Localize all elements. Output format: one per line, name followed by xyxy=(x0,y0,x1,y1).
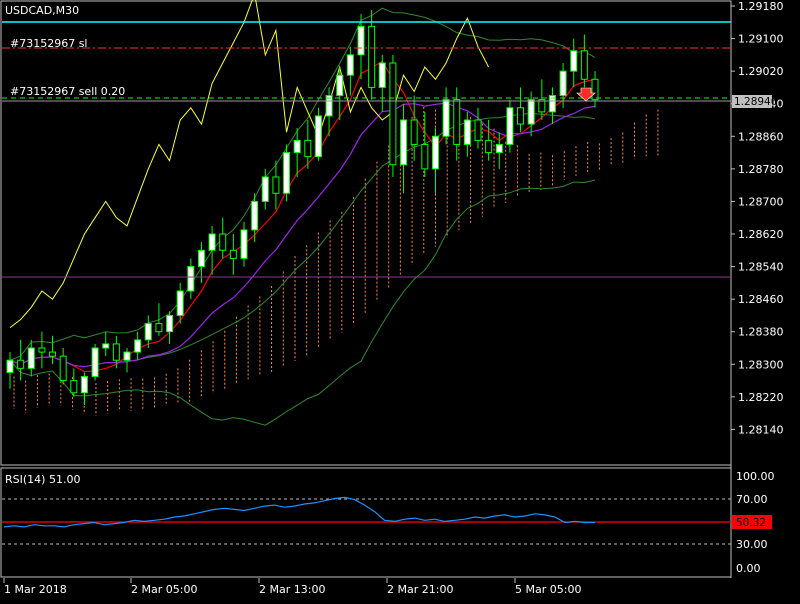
candle-body xyxy=(229,249,237,259)
candle-body xyxy=(314,115,322,158)
candle-body xyxy=(208,233,216,251)
price-tick-label: 1.28860 xyxy=(738,130,784,143)
candle-body xyxy=(102,343,110,349)
time-tick-4: 5 Mar 05:00 xyxy=(515,583,581,596)
rsi-label: RSI(14) 51.00 xyxy=(5,473,80,486)
price-tick-label: 1.28300 xyxy=(738,358,784,371)
chart-window[interactable]: USDCAD,M30 #73152967 sl #73152967 sell 0… xyxy=(0,0,800,600)
time-axis: 1 Mar 2018 2 Mar 05:00 2 Mar 13:00 2 Mar… xyxy=(3,578,581,596)
candle-body xyxy=(283,152,291,194)
rsi-tick-0: 0.00 xyxy=(736,562,761,575)
candle-body xyxy=(346,54,354,76)
candle-body xyxy=(442,99,450,137)
candle-body xyxy=(59,355,67,382)
price-tick-label: 1.28140 xyxy=(738,423,784,436)
candlestick-series xyxy=(6,10,599,405)
candle-body xyxy=(197,249,205,268)
candle-body xyxy=(272,176,280,194)
price-tick-label: 1.29100 xyxy=(738,33,784,46)
price-tick-label: 1.28620 xyxy=(738,228,784,241)
candle-body xyxy=(70,380,78,394)
price-tick-label: 1.28220 xyxy=(738,391,784,404)
candle-body xyxy=(166,314,174,333)
price-tick-label: 1.28380 xyxy=(738,326,784,339)
candle-body xyxy=(123,351,131,361)
rsi-tick-70: 70.00 xyxy=(736,493,768,506)
candle-body xyxy=(293,139,301,154)
candle-body xyxy=(453,99,461,145)
candle-body xyxy=(570,50,578,72)
price-tick-label: 1.28700 xyxy=(738,195,784,208)
time-tick-2: 2 Mar 13:00 xyxy=(259,583,325,596)
ichimoku-cloud xyxy=(13,105,659,416)
candle-body xyxy=(112,343,120,361)
sell-label: #73152967 sell 0.20 xyxy=(10,85,125,98)
candle-body xyxy=(421,143,429,170)
bollinger-upper xyxy=(9,7,596,361)
bollinger-middle xyxy=(9,112,596,368)
candle-body xyxy=(251,200,259,231)
candle-body xyxy=(527,99,535,125)
candle-body xyxy=(219,233,227,251)
candle-body xyxy=(134,339,142,353)
candle-body xyxy=(431,135,439,170)
candle-body xyxy=(304,139,312,158)
rsi-tick-100: 100.00 xyxy=(736,470,775,483)
candle-body xyxy=(506,107,514,145)
candle-body xyxy=(559,70,567,97)
price-tick-label: 1.29180 xyxy=(738,0,784,13)
sl-label: #73152967 sl xyxy=(10,37,88,50)
candle-body xyxy=(389,62,397,166)
candle-body xyxy=(400,119,408,166)
candle-body xyxy=(378,62,386,88)
candle-body xyxy=(495,143,503,154)
rsi-value: 50.32 xyxy=(736,517,766,529)
candle-body xyxy=(17,359,25,369)
price-tick-label: 1.28780 xyxy=(738,163,784,176)
current-price-value: 1.28946 xyxy=(734,96,778,108)
candle-body xyxy=(325,95,333,117)
candle-body xyxy=(517,107,525,125)
candle-body xyxy=(49,351,57,357)
candle-body xyxy=(144,323,152,341)
candle-body xyxy=(357,25,365,56)
price-tick-label: 1.28540 xyxy=(738,261,784,274)
time-tick-0: 1 Mar 2018 xyxy=(4,583,67,596)
candle-body xyxy=(474,119,482,141)
candle-body xyxy=(187,266,195,292)
rsi-tick-30: 30.00 xyxy=(736,538,768,551)
candle-body xyxy=(463,119,471,145)
candle-body xyxy=(155,323,163,333)
candle-body xyxy=(176,290,184,316)
candle-body xyxy=(580,50,588,80)
time-tick-1: 2 Mar 05:00 xyxy=(131,583,197,596)
candle-body xyxy=(27,347,35,369)
price-axis: 1.291801.291001.290201.289401.288601.287… xyxy=(731,0,784,436)
candle-body xyxy=(336,74,344,97)
candle-body xyxy=(91,347,99,377)
candle-body xyxy=(80,376,88,394)
candle-body xyxy=(368,25,376,88)
candle-body xyxy=(38,347,46,353)
bollinger-lower xyxy=(9,179,596,426)
candle-body xyxy=(6,359,14,373)
candle-body xyxy=(410,119,418,145)
chart-canvas[interactable]: USDCAD,M30 #73152967 sl #73152967 sell 0… xyxy=(0,0,800,600)
window-title: USDCAD,M30 xyxy=(5,4,79,17)
candle-body xyxy=(591,78,599,101)
time-tick-3: 2 Mar 21:00 xyxy=(387,583,453,596)
candle-body xyxy=(485,139,493,154)
price-tick-label: 1.29020 xyxy=(738,65,784,78)
candle-body xyxy=(240,229,248,259)
price-tick-label: 1.28460 xyxy=(738,293,784,306)
candle-body xyxy=(261,176,269,202)
